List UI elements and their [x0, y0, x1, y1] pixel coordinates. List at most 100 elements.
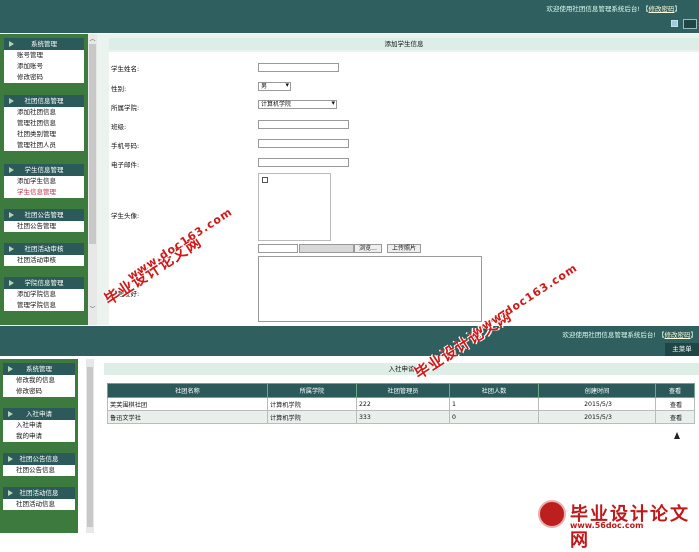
- sidebar-group-title[interactable]: 社团公告管理: [4, 209, 84, 221]
- top-header-bar: 欢迎使用社团信息管理系统后台! 【修改密码】: [0, 0, 699, 33]
- sidebar-item-activity-review[interactable]: 社团活动审核: [4, 255, 84, 266]
- student-name-input[interactable]: [258, 63, 339, 72]
- admin-sidebar: 系统管理 账号管理 添加账号 修改密码 社团信息管理 添加社团信息 管理社团信息…: [0, 34, 88, 325]
- sidebar-item-manage-college[interactable]: 管理学院信息: [4, 300, 84, 311]
- cell-club-name: 鲁迅文学社: [107, 410, 268, 424]
- main-menu-button[interactable]: 主菜单: [665, 343, 699, 356]
- logo-site-url: www.56doc.com: [570, 521, 644, 530]
- menu-toggle-button[interactable]: [683, 19, 697, 29]
- sidebar-item-add-account[interactable]: 添加账号: [4, 61, 84, 72]
- change-password-link[interactable]: 修改密码: [649, 5, 675, 13]
- photo-path-input[interactable]: [258, 244, 298, 253]
- file-path-field[interactable]: [299, 244, 354, 253]
- label-gender: 性别:: [111, 85, 127, 93]
- welcome-text: 欢迎使用社团信息管理系统后台!: [562, 331, 656, 339]
- sidebar-group-club-info: 社团信息管理 添加社团信息 管理社团信息 社团类别管理 管理社团人员: [4, 95, 84, 151]
- sidebar-group-title[interactable]: 学生信息管理: [4, 164, 84, 176]
- chevron-up-icon[interactable]: ︿: [89, 36, 96, 43]
- cell-college: 计算机学院: [267, 397, 357, 411]
- broken-image-icon: [262, 177, 268, 183]
- table-row: 鲁迅文学社 计算机学院 333 0 2015/5/3 查看: [107, 410, 695, 424]
- club-table: 社团名称 所属学院 社团管理员 社团人数 创建时间 查看 芙芙围棋社团 计算机学…: [107, 383, 695, 424]
- sidebar-scrollbar[interactable]: [86, 359, 94, 533]
- college-select[interactable]: 计算机学院: [258, 100, 337, 109]
- view-link[interactable]: 查看: [655, 410, 695, 424]
- cell-created: 2015/5/3: [538, 397, 656, 411]
- cell-members: 1: [449, 397, 539, 411]
- label-phone: 手机号码:: [111, 142, 140, 150]
- sidebar-group-title[interactable]: 系统管理: [4, 38, 84, 50]
- label-class: 班级:: [111, 123, 127, 131]
- col-view: 查看: [655, 383, 695, 398]
- panel-title: 入社申请: [104, 363, 699, 375]
- sidebar-scrollbar[interactable]: ︿ ﹀: [88, 34, 97, 325]
- sidebar-item-edit-profile[interactable]: 修改我的信息: [3, 375, 75, 386]
- sidebar-group-club-activity: 社团活动信息 社团活动信息: [3, 487, 75, 510]
- sidebar-item-change-password[interactable]: 修改密码: [4, 72, 84, 83]
- col-college: 所属学院: [267, 383, 357, 398]
- sidebar-item-student-manage[interactable]: 学生信息管理: [4, 187, 84, 198]
- sidebar-group-join-apply: 入社申请 入社申请 我的申请: [3, 408, 75, 442]
- sidebar-item-club-notice[interactable]: 社团公告信息: [3, 465, 75, 476]
- add-student-form: 学生姓名: 性别: 男 所属学院: 计算机学院 班级: 手机号码: 电子邮件: …: [109, 52, 699, 325]
- student-photo-preview: [258, 173, 331, 241]
- phone-input[interactable]: [258, 139, 349, 148]
- student-sidebar: 系统管理 修改我的信息 修改密码 入社申请 入社申请 我的申请 社团公告信息 社…: [0, 359, 78, 533]
- sidebar-group-title[interactable]: 社团公告信息: [3, 453, 75, 465]
- sidebar-item-club-members[interactable]: 管理社团人员: [4, 140, 84, 151]
- cell-created: 2015/5/3: [538, 410, 656, 424]
- scrollbar-thumb[interactable]: [87, 367, 93, 527]
- col-club-name: 社团名称: [107, 383, 268, 398]
- upload-photo-button[interactable]: 上传照片: [387, 244, 421, 253]
- cell-admin: 222: [356, 397, 450, 411]
- welcome-text: 欢迎使用社团信息管理系统后台!: [546, 5, 640, 13]
- sidebar-group-title[interactable]: 入社申请: [3, 408, 75, 420]
- cell-club-name: 芙芙围棋社团: [107, 397, 268, 411]
- sidebar-item-change-password[interactable]: 修改密码: [3, 386, 75, 397]
- sidebar-item-my-applications[interactable]: 我的申请: [3, 431, 75, 442]
- site-logo-icon: [538, 500, 566, 528]
- browse-button[interactable]: 浏览...: [354, 244, 382, 253]
- sidebar-group-system: 系统管理 修改我的信息 修改密码: [3, 363, 75, 397]
- sidebar-group-title[interactable]: 学院信息管理: [4, 277, 84, 289]
- sidebar-item-club-activity[interactable]: 社团活动信息: [3, 499, 75, 510]
- gender-select[interactable]: 男: [258, 82, 291, 91]
- sidebar-item-add-college[interactable]: 添加学院信息: [4, 289, 84, 300]
- sidebar-item-club-category[interactable]: 社团类别管理: [4, 129, 84, 140]
- cell-members: 0: [449, 410, 539, 424]
- sidebar-group-title[interactable]: 社团活动信息: [3, 487, 75, 499]
- sidebar-group-activity-review: 社团活动审核 社团活动审核: [4, 243, 84, 266]
- home-icon[interactable]: [671, 20, 678, 27]
- col-created: 创建时间: [538, 383, 656, 398]
- chevron-down-icon[interactable]: ﹀: [89, 306, 96, 313]
- sidebar-item-add-club[interactable]: 添加社团信息: [4, 107, 84, 118]
- class-input[interactable]: [258, 120, 349, 129]
- col-members: 社团人数: [449, 383, 539, 398]
- sidebar-group-title[interactable]: 系统管理: [3, 363, 75, 375]
- welcome-message: 欢迎使用社团信息管理系统后台! 【修改密码】: [562, 331, 697, 339]
- sidebar-item-manage-club[interactable]: 管理社团信息: [4, 118, 84, 129]
- label-email: 电子邮件:: [111, 161, 140, 169]
- sidebar-group-title[interactable]: 社团信息管理: [4, 95, 84, 107]
- sidebar-group-title[interactable]: 社团活动审核: [4, 243, 84, 255]
- sidebar-group-club-notice: 社团公告管理 社团公告管理: [4, 209, 84, 232]
- admin-add-student-screen: 欢迎使用社团信息管理系统后台! 【修改密码】 系统管理 账号管理 添加账号 修改…: [0, 0, 699, 325]
- label-name: 学生姓名:: [111, 65, 140, 73]
- sidebar-item-join-apply[interactable]: 入社申请: [3, 420, 75, 431]
- col-admin: 社团管理员: [356, 383, 450, 398]
- welcome-message: 欢迎使用社团信息管理系统后台! 【修改密码】: [546, 5, 681, 13]
- main-content: 添加学生信息 学生姓名: 性别: 男 所属学院: 计算机学院 班级: 手机号码:…: [97, 34, 699, 325]
- label-college: 所属学院:: [111, 104, 140, 112]
- sidebar-item-account-manage[interactable]: 账号管理: [4, 50, 84, 61]
- mouse-cursor-icon: [674, 432, 680, 439]
- scrollbar-thumb[interactable]: [89, 44, 96, 244]
- sidebar-item-add-student[interactable]: 添加学生信息: [4, 176, 84, 187]
- top-header-bar: 欢迎使用社团信息管理系统后台! 【修改密码】 主菜单: [0, 326, 699, 356]
- cell-admin: 333: [356, 410, 450, 424]
- change-password-link[interactable]: 修改密码: [665, 331, 691, 339]
- view-link[interactable]: 查看: [655, 397, 695, 411]
- sidebar-item-notice-manage[interactable]: 社团公告管理: [4, 221, 84, 232]
- email-input[interactable]: [258, 158, 349, 167]
- form-title: 添加学生信息: [109, 38, 699, 50]
- hobby-textarea[interactable]: [258, 256, 482, 322]
